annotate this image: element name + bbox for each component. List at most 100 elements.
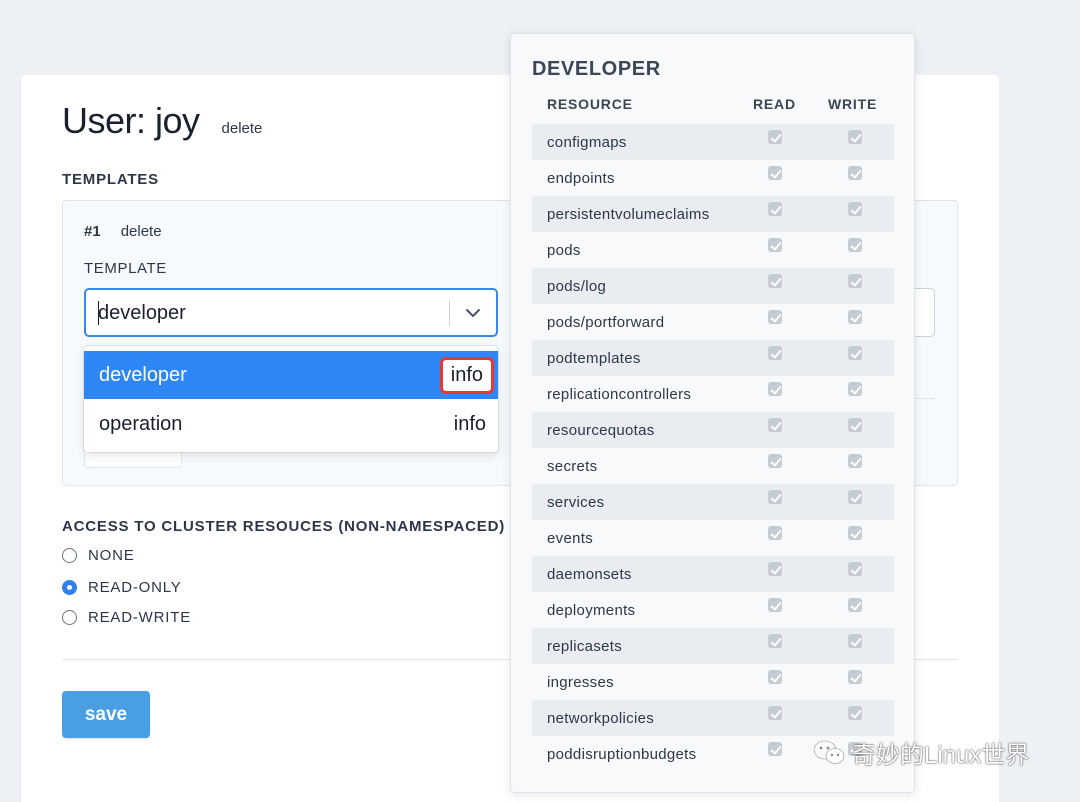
- dropdown-option-developer[interactable]: developer info: [84, 351, 498, 399]
- radio-label: READ-ONLY: [88, 579, 182, 596]
- resource-name: resourcequotas: [547, 421, 655, 439]
- read-checkbox: [768, 310, 782, 324]
- write-checkbox: [848, 310, 862, 324]
- cluster-access-label: ACCESS TO CLUSTER RESOUCES (NON-NAMESPAC…: [62, 518, 506, 535]
- template-number: #1: [84, 223, 101, 240]
- radio-label: READ-WRITE: [88, 609, 191, 626]
- read-checkbox: [768, 202, 782, 216]
- resource-row: networkpolicies: [532, 700, 894, 736]
- resource-name: pods/portforward: [547, 313, 665, 331]
- resource-name: endpoints: [547, 169, 615, 187]
- radio-button[interactable]: [62, 548, 77, 563]
- resource-row: deployments: [532, 592, 894, 628]
- template-item-header: #1 delete: [84, 223, 162, 240]
- resource-row: replicationcontrollers: [532, 376, 894, 412]
- resource-name: networkpolicies: [547, 709, 655, 727]
- write-checkbox: [848, 274, 862, 288]
- write-checkbox: [848, 706, 862, 720]
- resource-name: events: [547, 529, 593, 547]
- read-checkbox: [768, 562, 782, 576]
- resource-row: pods/log: [532, 268, 894, 304]
- page-title: User: joy: [62, 100, 200, 141]
- chevron-down-icon[interactable]: [464, 304, 482, 322]
- delete-user-link[interactable]: delete: [222, 120, 263, 137]
- template-field-label: TEMPLATE: [84, 260, 167, 277]
- write-checkbox: [848, 454, 862, 468]
- delete-template-link[interactable]: delete: [121, 223, 162, 240]
- write-checkbox: [848, 490, 862, 504]
- resource-row: pods/portforward: [532, 304, 894, 340]
- wechat-icon: [812, 739, 845, 764]
- read-checkbox: [768, 346, 782, 360]
- column-header-read: READ: [753, 96, 796, 112]
- resource-name: configmaps: [547, 133, 627, 151]
- template-dropdown-menu: developer info operation info: [84, 346, 498, 452]
- save-button[interactable]: save: [62, 691, 150, 738]
- resource-name: pods: [547, 241, 581, 259]
- resource-name: replicationcontrollers: [547, 385, 692, 403]
- radio-button[interactable]: [62, 580, 77, 595]
- resource-row: ingresses: [532, 664, 894, 700]
- radio-read-write[interactable]: READ-WRITE: [62, 609, 191, 626]
- read-checkbox: [768, 670, 782, 684]
- resource-name: deployments: [547, 601, 636, 619]
- radio-label: NONE: [88, 547, 135, 564]
- popover-title: DEVELOPER: [532, 58, 661, 80]
- watermark-text: 奇妙的Linux世界: [852, 742, 1030, 769]
- read-checkbox: [768, 526, 782, 540]
- watermark: 奇妙的Linux世界: [812, 735, 1029, 770]
- read-checkbox: [768, 130, 782, 144]
- radio-none[interactable]: NONE: [62, 547, 135, 564]
- resource-row: events: [532, 520, 894, 556]
- write-checkbox: [848, 166, 862, 180]
- resource-name: replicasets: [547, 637, 622, 655]
- title-row: User: joy delete: [62, 100, 262, 142]
- write-checkbox: [848, 418, 862, 432]
- write-checkbox: [848, 382, 862, 396]
- write-checkbox: [848, 634, 862, 648]
- info-link-developer[interactable]: info: [439, 356, 494, 394]
- resource-name: services: [547, 493, 605, 511]
- resource-row: services: [532, 484, 894, 520]
- resource-row: secrets: [532, 448, 894, 484]
- dropdown-option-operation[interactable]: operation info: [84, 400, 498, 448]
- template-info-popover: DEVELOPER RESOURCE READ WRITE configmaps…: [510, 33, 915, 793]
- template-select[interactable]: developer: [84, 288, 498, 337]
- resource-name: ingresses: [547, 673, 614, 691]
- read-checkbox: [768, 166, 782, 180]
- option-label: operation: [99, 412, 183, 435]
- text-caret: [98, 301, 99, 325]
- template-select-value: developer: [98, 302, 186, 324]
- write-checkbox: [848, 598, 862, 612]
- resource-row: persistentvolumeclaims: [532, 196, 894, 232]
- resource-name: pods/log: [547, 277, 607, 295]
- resource-row: pods: [532, 232, 894, 268]
- write-checkbox: [848, 670, 862, 684]
- write-checkbox: [848, 562, 862, 576]
- column-header-write: WRITE: [828, 96, 878, 112]
- write-checkbox: [848, 202, 862, 216]
- read-checkbox: [768, 238, 782, 252]
- read-checkbox: [768, 742, 782, 756]
- write-checkbox: [848, 526, 862, 540]
- radio-button[interactable]: [62, 610, 77, 625]
- resource-name: daemonsets: [547, 565, 632, 583]
- resource-name: podtemplates: [547, 349, 641, 367]
- write-checkbox: [848, 130, 862, 144]
- read-checkbox: [768, 490, 782, 504]
- read-checkbox: [768, 274, 782, 288]
- select-separator: [449, 300, 450, 326]
- info-link-operation[interactable]: info: [454, 413, 486, 436]
- resource-row: resourcequotas: [532, 412, 894, 448]
- resource-row: podtemplates: [532, 340, 894, 376]
- resource-row: daemonsets: [532, 556, 894, 592]
- option-label: developer: [99, 363, 187, 386]
- read-checkbox: [768, 382, 782, 396]
- write-checkbox: [848, 346, 862, 360]
- column-header-resource: RESOURCE: [547, 96, 633, 112]
- templates-section-label: TEMPLATES: [62, 171, 159, 188]
- read-checkbox: [768, 598, 782, 612]
- read-checkbox: [768, 634, 782, 648]
- radio-read-only[interactable]: READ-ONLY: [62, 579, 182, 596]
- resource-row: configmaps: [532, 124, 894, 160]
